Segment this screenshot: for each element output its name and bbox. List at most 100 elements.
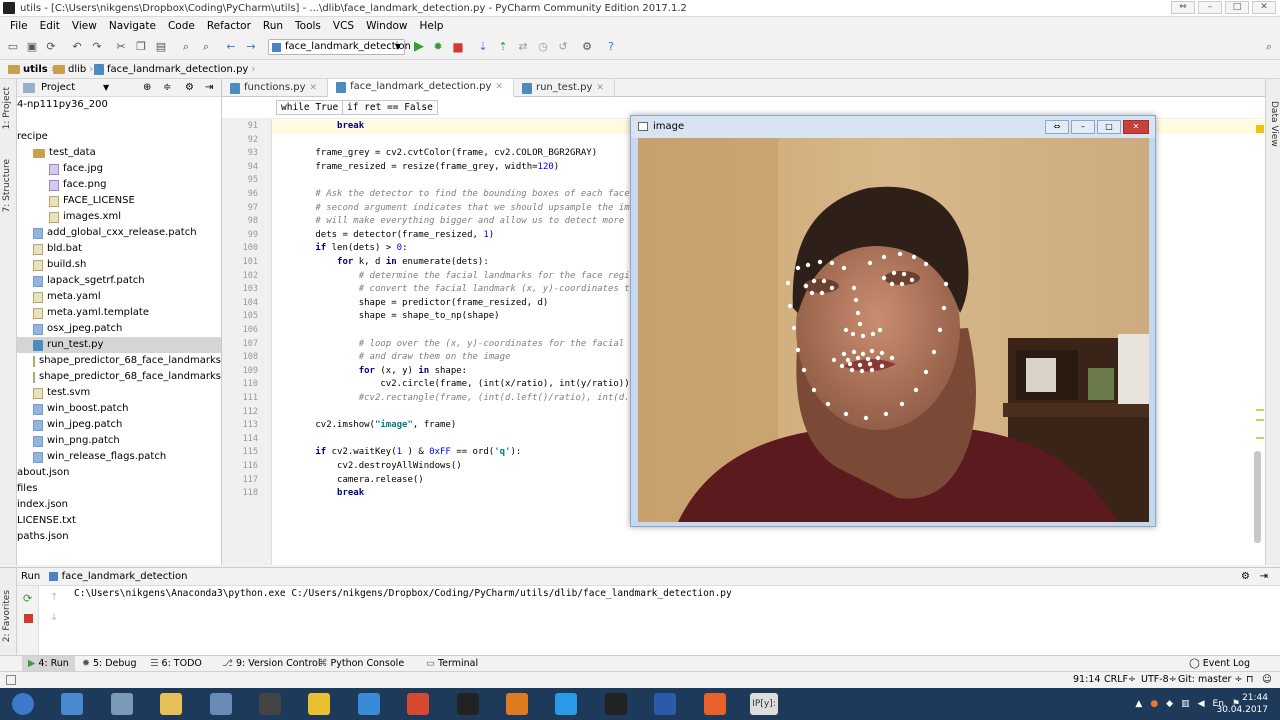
- context-if[interactable]: if ret == False: [342, 100, 438, 115]
- tree-item[interactable]: files: [17, 481, 221, 497]
- save-icon[interactable]: ▣: [25, 40, 39, 54]
- menu-run[interactable]: Run: [257, 17, 289, 35]
- tree-item[interactable]: [17, 113, 221, 129]
- menu-tools[interactable]: Tools: [289, 17, 327, 35]
- nav-back-icon[interactable]: ←: [224, 40, 238, 54]
- stop-icon[interactable]: [24, 614, 33, 623]
- menu-code[interactable]: Code: [162, 17, 201, 35]
- breadcrumb-utils[interactable]: utils›: [8, 60, 55, 79]
- run-icon[interactable]: ▶: [412, 40, 426, 54]
- scroll-down-icon[interactable]: ↓: [50, 612, 58, 623]
- run-output[interactable]: C:\Users\nikgens\Anaconda3\python.exe C:…: [74, 588, 732, 599]
- opencv-image-window[interactable]: image ⇔ – □ ✕: [630, 115, 1156, 527]
- settings-icon[interactable]: ⚙: [580, 40, 594, 54]
- tree-item[interactable]: LICENSE.txt: [17, 513, 221, 529]
- close-tab-icon[interactable]: ✕: [596, 79, 604, 97]
- taskbar-ie-icon[interactable]: [346, 689, 392, 719]
- menu-window[interactable]: Window: [360, 17, 413, 35]
- vcs-history-icon[interactable]: ◷: [536, 40, 550, 54]
- context-while[interactable]: while True: [276, 100, 344, 115]
- tree-item[interactable]: face.png: [17, 177, 221, 193]
- debug-icon[interactable]: ✹: [431, 40, 445, 54]
- close-tab-icon[interactable]: ✕: [495, 78, 503, 96]
- taskbar-pycharm-icon[interactable]: [445, 689, 491, 719]
- image-window-restore-button[interactable]: ⇔: [1045, 120, 1069, 134]
- editor-tab[interactable]: face_landmark_detection.py ✕: [328, 79, 514, 97]
- bottom-tab[interactable]: ▶ 4: Run: [22, 656, 75, 671]
- minimize-button[interactable]: –: [1198, 1, 1222, 14]
- menu-file[interactable]: File: [4, 17, 34, 35]
- tray-app-icon[interactable]: ●: [1150, 699, 1158, 709]
- vcs-compare-icon[interactable]: ⇄: [516, 40, 530, 54]
- vcs-commit-icon[interactable]: ⇡: [496, 40, 510, 54]
- tree-item[interactable]: win_boost.patch: [17, 401, 221, 417]
- tool-windows-toggle-icon[interactable]: [6, 675, 16, 685]
- caret-position[interactable]: 91:14: [1073, 672, 1100, 688]
- bottom-tab[interactable]: ✹ 5: Debug: [82, 656, 136, 671]
- restore-layout-button[interactable]: ⇔: [1171, 1, 1195, 14]
- taskbar-explorer-tiles-icon[interactable]: [49, 689, 95, 719]
- taskbar-chrome-icon[interactable]: [395, 689, 441, 719]
- structure-tool-tab[interactable]: 7: Structure: [2, 159, 12, 213]
- git-branch[interactable]: Git: master ÷: [1178, 672, 1242, 688]
- hide-panel-icon[interactable]: ⇥: [1260, 568, 1268, 586]
- scroll-from-source-icon[interactable]: ⊕: [143, 79, 151, 97]
- image-window-maximize-button[interactable]: □: [1097, 120, 1121, 134]
- tree-item[interactable]: 4-np111py36_200: [17, 97, 221, 113]
- tree-item[interactable]: bld.bat: [17, 241, 221, 257]
- sync-icon[interactable]: ⟳: [44, 40, 58, 54]
- taskbar-jupyter-setup-icon[interactable]: [198, 689, 244, 719]
- find-icon[interactable]: ⌕: [179, 40, 193, 54]
- menu-refactor[interactable]: Refactor: [201, 17, 257, 35]
- bottom-tab[interactable]: ⌘ Python Console: [318, 656, 404, 671]
- tree-item[interactable]: add_global_cxx_release.patch: [17, 225, 221, 241]
- tree-item[interactable]: face.jpg: [17, 161, 221, 177]
- copy-icon[interactable]: ❐: [134, 40, 148, 54]
- tree-item[interactable]: FACE_LICENSE: [17, 193, 221, 209]
- vcs-revert-icon[interactable]: ↺: [556, 40, 570, 54]
- rerun-icon[interactable]: ⟳: [23, 592, 32, 605]
- tray-dropbox-icon[interactable]: ◆: [1166, 699, 1173, 709]
- hide-panel-icon[interactable]: ⇥: [205, 79, 213, 97]
- tree-item[interactable]: paths.json: [17, 529, 221, 545]
- run-config-select[interactable]: face_landmark_detection ▼: [268, 39, 411, 55]
- tree-item[interactable]: test.svm: [17, 385, 221, 401]
- menu-help[interactable]: Help: [414, 17, 450, 35]
- menu-edit[interactable]: Edit: [34, 17, 66, 35]
- gear-icon[interactable]: ⚙: [185, 79, 194, 97]
- inspector-icon[interactable]: ☺: [1262, 672, 1272, 688]
- network-icon[interactable]: ▥: [1181, 699, 1190, 709]
- taskbar-app-icon[interactable]: [692, 689, 738, 719]
- tree-item[interactable]: shape_predictor_68_face_landmarks.dat.bz…: [17, 369, 221, 385]
- replace-icon[interactable]: ⌕: [199, 40, 213, 54]
- search-everywhere-icon[interactable]: ⌕: [1262, 40, 1276, 54]
- tree-item[interactable]: win_jpeg.patch: [17, 417, 221, 433]
- file-encoding[interactable]: UTF-8÷: [1141, 672, 1177, 688]
- taskbar-sticky-icon[interactable]: [296, 689, 342, 719]
- lock-icon[interactable]: ⊓: [1246, 672, 1253, 688]
- tree-item[interactable]: win_png.patch: [17, 433, 221, 449]
- menu-navigate[interactable]: Navigate: [103, 17, 162, 35]
- editor-scrollbar-thumb[interactable]: [1254, 451, 1261, 543]
- menu-view[interactable]: View: [66, 17, 103, 35]
- gear-icon[interactable]: ⚙: [1241, 568, 1250, 586]
- bottom-tab[interactable]: ☰ 6: TODO: [150, 656, 202, 671]
- maximize-button[interactable]: □: [1225, 1, 1249, 14]
- tree-item[interactable]: recipe: [17, 129, 221, 145]
- image-window-title-bar[interactable]: image ⇔ – □ ✕: [631, 116, 1155, 138]
- taskbar-ipython-icon[interactable]: IP[y]:: [741, 689, 787, 719]
- data-view-tool-tab[interactable]: Data View: [1269, 101, 1279, 147]
- close-tab-icon[interactable]: ✕: [310, 79, 318, 97]
- paste-icon[interactable]: ▤: [154, 40, 168, 54]
- help-icon[interactable]: ?: [604, 40, 618, 54]
- project-tool-tab[interactable]: 1: Project: [2, 87, 12, 129]
- tray-up-icon[interactable]: ▲: [1135, 699, 1142, 709]
- collapse-all-icon[interactable]: ≑: [163, 79, 171, 97]
- image-window-minimize-button[interactable]: –: [1071, 120, 1095, 134]
- image-window-close-button[interactable]: ✕: [1123, 120, 1149, 134]
- back-icon[interactable]: ↶: [70, 40, 84, 54]
- line-separator[interactable]: CRLF÷: [1104, 672, 1136, 688]
- nav-forward-icon[interactable]: →: [244, 40, 258, 54]
- taskbar-tools-icon[interactable]: [99, 689, 145, 719]
- favorites-tool-tab[interactable]: 2: Favorites: [2, 590, 12, 642]
